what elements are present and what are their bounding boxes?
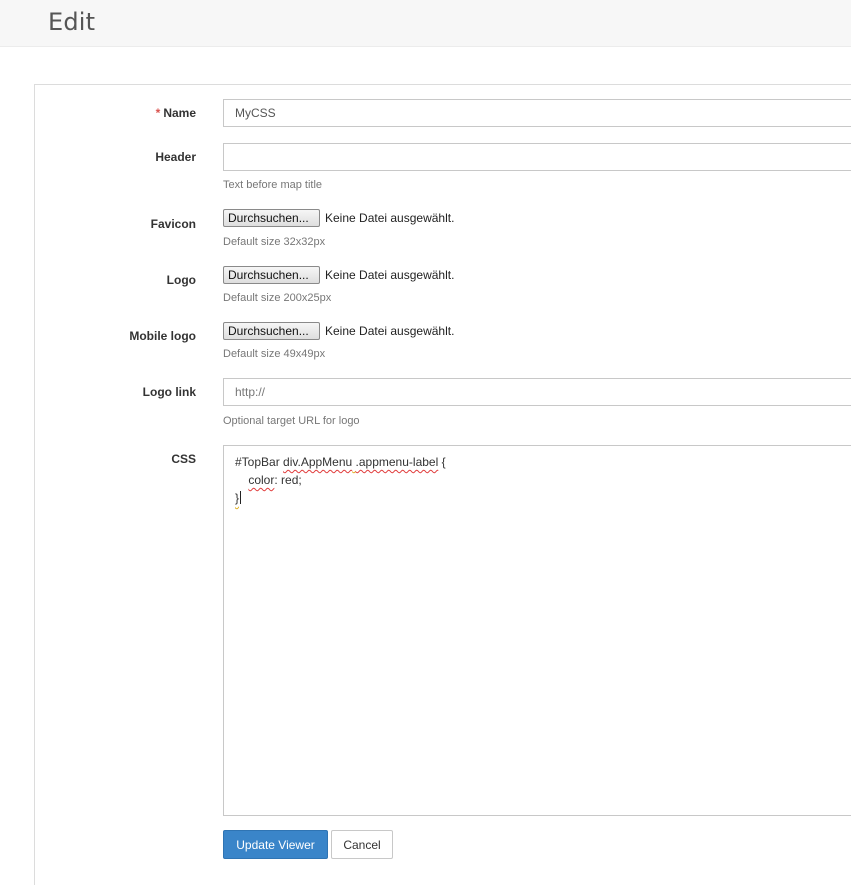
css-label: CSS [171, 452, 196, 466]
mobile-logo-file-input[interactable]: Durchsuchen... Keine Datei ausgewählt. [223, 322, 454, 340]
mobile-logo-label: Mobile logo [129, 329, 196, 343]
css-line-3: } [235, 491, 242, 505]
logo-link-label: Logo link [142, 385, 196, 399]
logo-link-help: Optional target URL for logo [223, 415, 360, 427]
logo-link-input[interactable] [223, 378, 851, 406]
header-label: Header [155, 150, 196, 164]
required-mark: * [155, 106, 161, 120]
name-input[interactable] [223, 99, 851, 127]
favicon-file-input[interactable]: Durchsuchen... Keine Datei ausgewählt. [223, 209, 454, 227]
logo-file-input[interactable]: Durchsuchen... Keine Datei ausgewählt. [223, 266, 454, 284]
cancel-button[interactable]: Cancel [331, 830, 393, 859]
text-caret [240, 491, 242, 504]
logo-file-status: Keine Datei ausgewählt. [325, 268, 455, 282]
logo-help: Default size 200x25px [223, 292, 332, 304]
logo-label: Logo [166, 273, 196, 287]
update-viewer-button[interactable]: Update Viewer [223, 830, 328, 859]
logo-browse-button[interactable]: Durchsuchen... [223, 266, 320, 284]
css-line-2: color: red; [248, 473, 302, 487]
page-header: Edit [0, 0, 851, 47]
name-label: * Name [155, 106, 196, 120]
mobile-logo-file-status: Keine Datei ausgewählt. [325, 324, 455, 338]
css-textarea[interactable]: #TopBar div.AppMenu .appmenu-label { col… [223, 445, 851, 816]
favicon-browse-button[interactable]: Durchsuchen... [223, 209, 320, 227]
favicon-help: Default size 32x32px [223, 236, 326, 248]
css-line-1: #TopBar div.AppMenu .appmenu-label { [235, 455, 446, 469]
mobile-logo-help: Default size 49x49px [223, 348, 326, 360]
favicon-label: Favicon [150, 217, 196, 231]
mobile-logo-browse-button[interactable]: Durchsuchen... [223, 322, 320, 340]
favicon-file-status: Keine Datei ausgewählt. [325, 211, 455, 225]
header-input[interactable] [223, 143, 851, 171]
header-help: Text before map title [223, 179, 323, 191]
page-title: Edit [48, 8, 96, 36]
